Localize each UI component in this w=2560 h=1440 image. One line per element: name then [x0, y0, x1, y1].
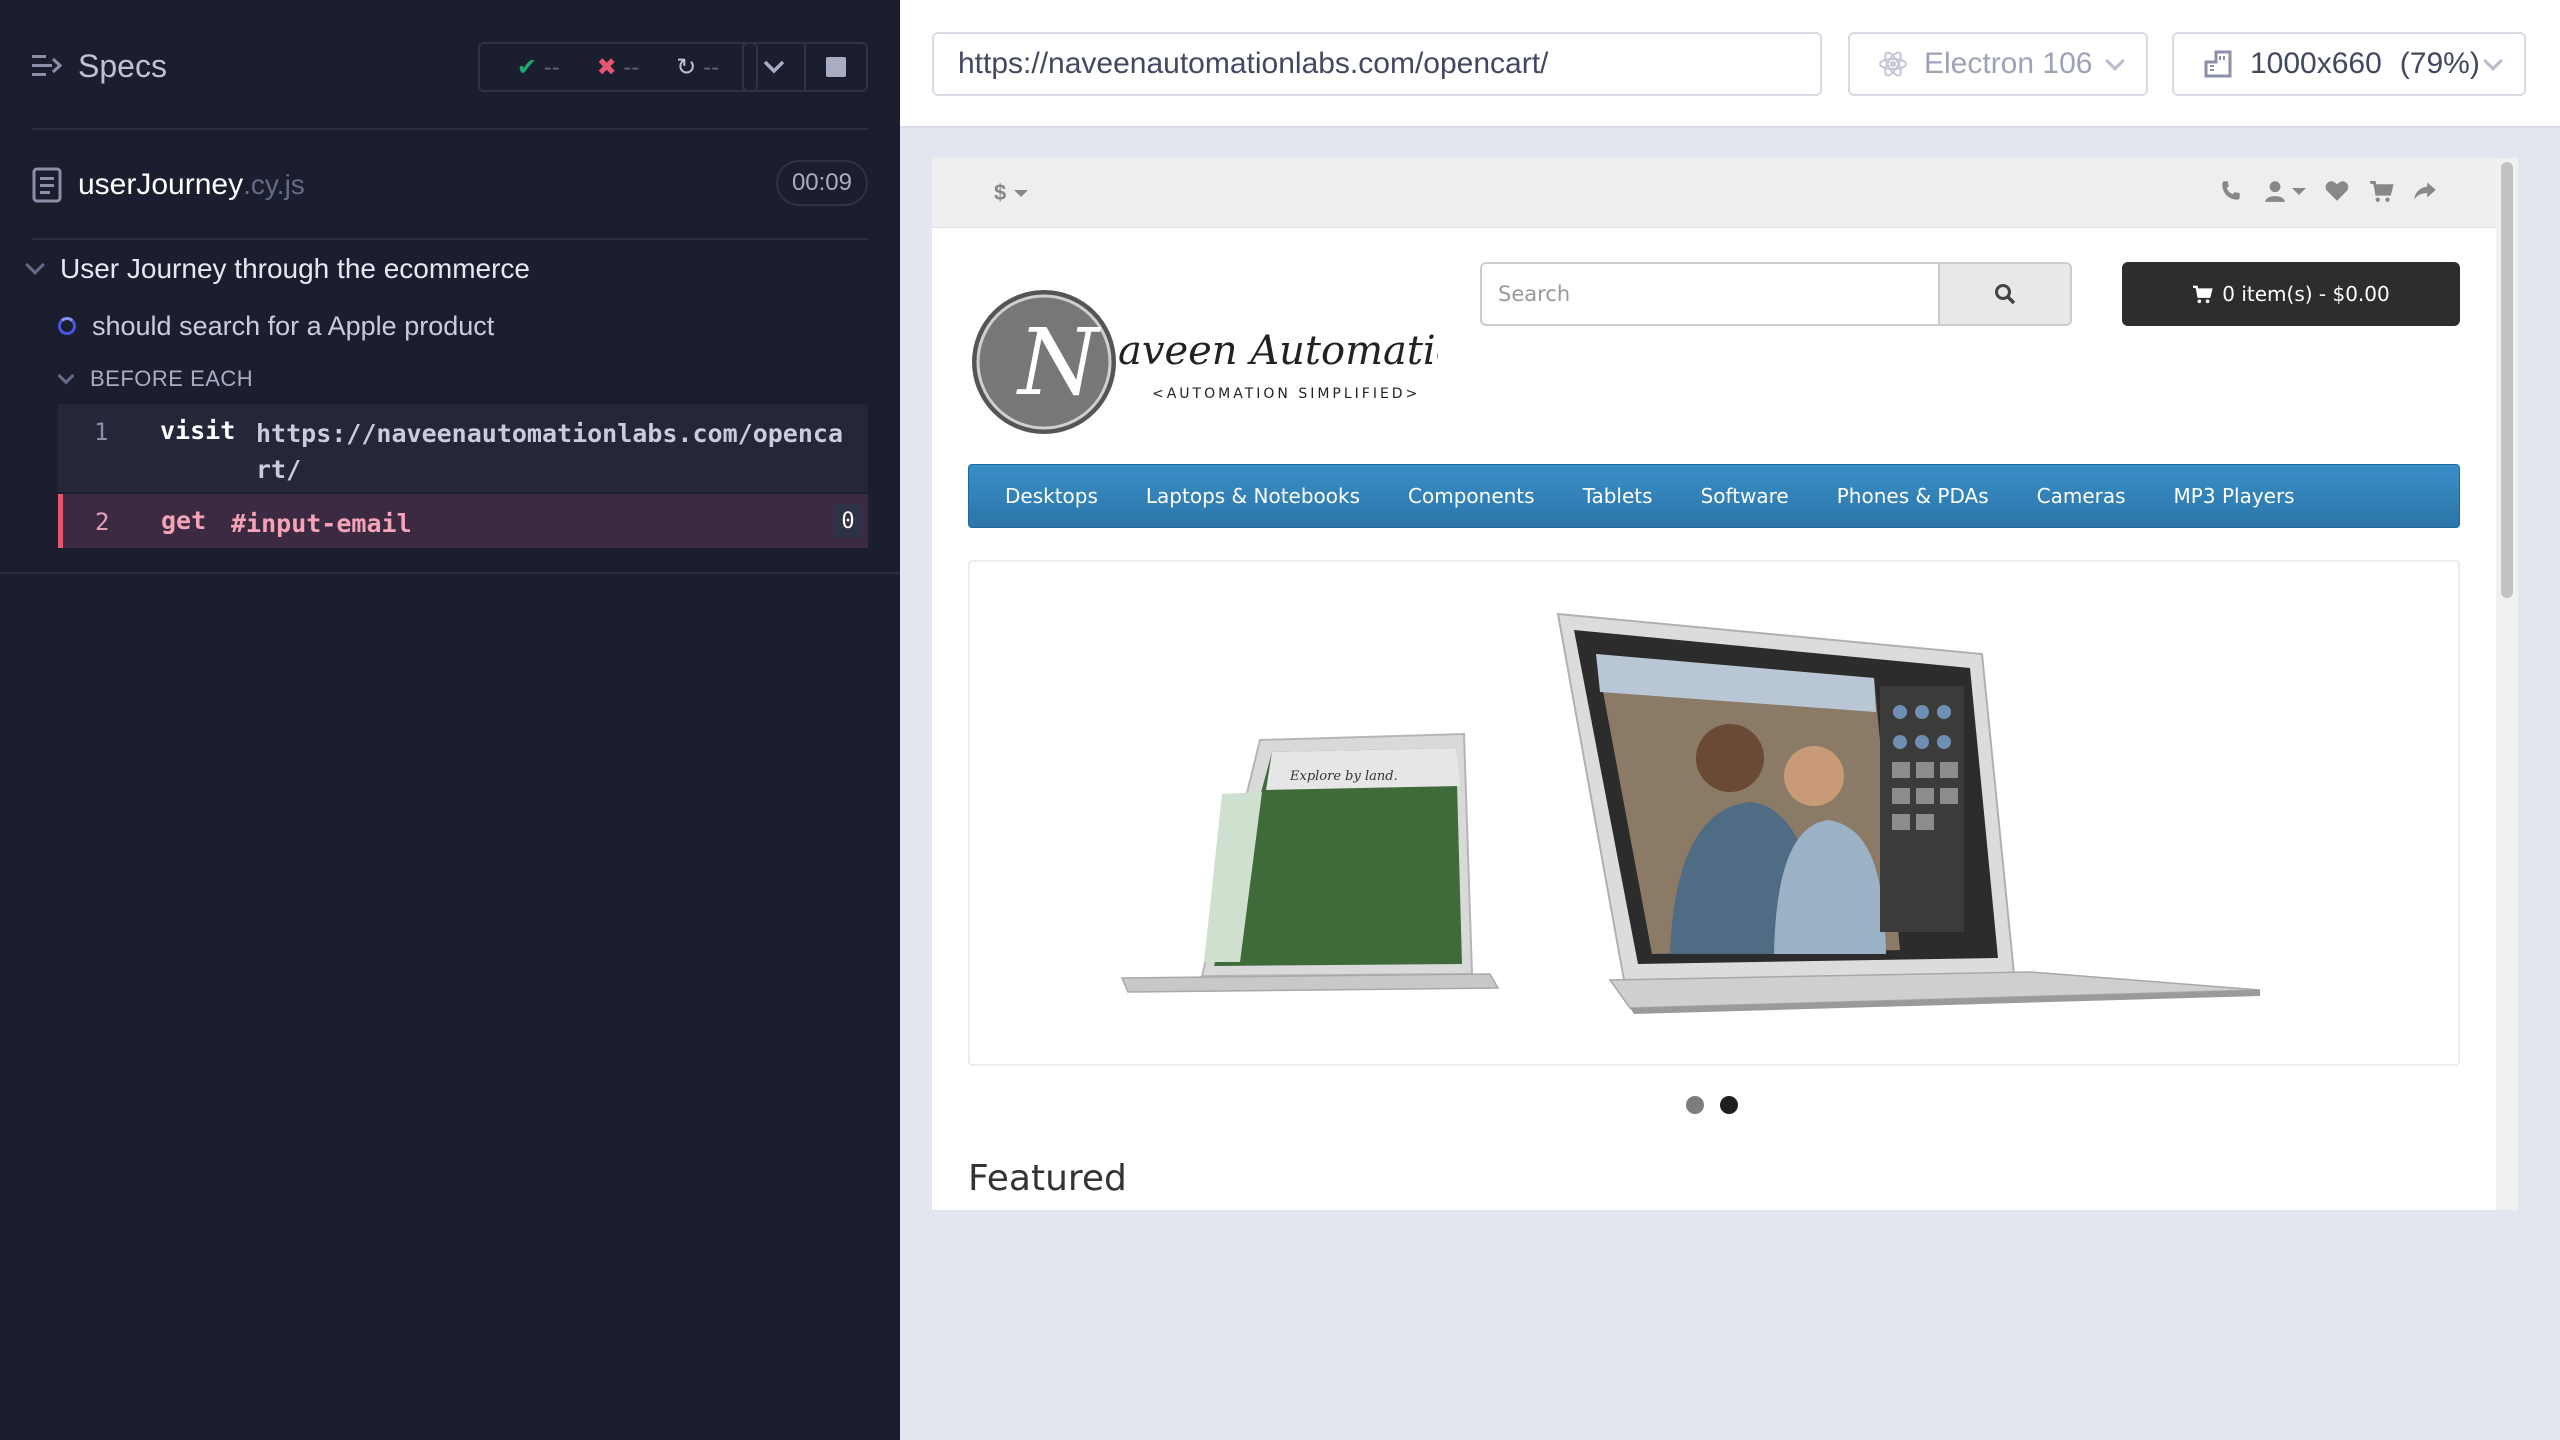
spec-duration: 00:09: [775, 160, 868, 206]
spec-title-row: userJourney.cy.js 00:09: [32, 150, 868, 220]
menu-item-components[interactable]: Components: [1384, 484, 1559, 508]
command-message: https://naveenautomationlabs.com/opencar…: [256, 419, 843, 484]
reporter-panel: Specs ✔ -- ✖ -- ↻ -- userJourney.cy.js 0…: [0, 0, 900, 1440]
divider: [0, 572, 900, 574]
check-icon: ✔: [516, 53, 538, 81]
url-field[interactable]: https://naveenautomationlabs.com/opencar…: [932, 32, 1822, 96]
divider: [32, 238, 868, 240]
specs-label: Specs: [78, 47, 167, 84]
chevron-down-icon: [2105, 51, 2125, 71]
pagination-dot[interactable]: [1686, 1096, 1704, 1114]
divider: [32, 128, 868, 130]
search-input[interactable]: Search: [1480, 262, 1940, 326]
chevron-down-icon: [763, 60, 785, 74]
command-name: visit: [160, 416, 236, 445]
browser-label: Electron 106: [1924, 47, 2093, 80]
collapse-all-button[interactable]: [742, 42, 806, 92]
ruler-icon: [2204, 50, 2232, 78]
heart-icon[interactable]: [2324, 178, 2350, 204]
test-title[interactable]: should search for a Apple product: [58, 306, 494, 346]
cart-button[interactable]: 0 item(s) - $0.00: [2122, 262, 2460, 326]
menu-item-tablets[interactable]: Tablets: [1559, 484, 1677, 508]
account-dropdown[interactable]: [2262, 178, 2306, 204]
phone-icon[interactable]: [2218, 178, 2244, 204]
document-icon: [32, 167, 62, 203]
top-links: [2218, 178, 2438, 204]
banner-slideshow[interactable]: Explore by land.: [968, 560, 2460, 1066]
menu-item-cameras[interactable]: Cameras: [2013, 484, 2150, 508]
logo-title: aveen Automation Labs: [1118, 328, 1438, 374]
test-stats: ✔ -- ✖ -- ↻ --: [478, 42, 758, 92]
specs-toggle-button[interactable]: Specs: [32, 48, 167, 85]
viewport-selector[interactable]: 1000x660 (79%): [2172, 32, 2526, 96]
store-top-bar: $: [932, 158, 2496, 228]
command-name: get: [161, 506, 207, 535]
stop-icon: [826, 57, 846, 77]
electron-icon: [1879, 51, 1907, 77]
logo-tagline: <AUTOMATION SIMPLIFIED>: [1152, 386, 1420, 402]
menu-item-desktops[interactable]: Desktops: [981, 484, 1122, 508]
hook-before-each[interactable]: BEFORE EACH: [57, 362, 253, 396]
app-preview-frame: $ N aveen Automation Labs <AUTOMATION SI…: [932, 158, 2518, 1210]
search-icon: [1995, 284, 2016, 305]
caret-down-icon: [2292, 187, 2306, 195]
menu-item-software[interactable]: Software: [1677, 484, 1813, 508]
chevron-down-icon: [25, 255, 45, 275]
element-count-badge: 0: [834, 504, 862, 538]
specs-list-icon: [32, 55, 62, 76]
suite-title[interactable]: User Journey through the ecommerce: [25, 248, 530, 290]
banner-screen-text: Explore by land.: [1289, 769, 1398, 784]
search-button[interactable]: [1938, 262, 2072, 326]
menu-item-laptops-notebooks[interactable]: Laptops & Notebooks: [1122, 484, 1384, 508]
chevron-down-icon: [57, 367, 75, 385]
failed-stat: ✖ --: [596, 53, 640, 81]
aut-header: https://naveenautomationlabs.com/opencar…: [900, 0, 2560, 128]
reporter-header: Specs ✔ -- ✖ -- ↻ --: [32, 36, 868, 96]
pending-icon: ↻: [676, 53, 697, 81]
store-logo[interactable]: N aveen Automation Labs <AUTOMATION SIMP…: [968, 286, 1438, 438]
command-message: #input-email: [231, 509, 412, 538]
category-menu: Desktops Laptops & Notebooks Components …: [968, 464, 2460, 528]
featured-heading: Featured: [968, 1158, 1127, 1199]
pending-stat: ↻ --: [676, 53, 720, 81]
running-spinner-icon: [58, 317, 76, 335]
slideshow-pagination: [1686, 1096, 1738, 1114]
cart-total: 0 item(s) - $0.00: [2222, 282, 2390, 306]
viewport-scale: (79%): [2399, 47, 2480, 80]
passed-stat: ✔ --: [516, 53, 560, 81]
browser-selector[interactable]: Electron 106: [1848, 32, 2148, 96]
command-row-active[interactable]: 2 get #input-email 0: [58, 494, 868, 548]
stop-button[interactable]: [804, 42, 868, 92]
scrollbar-thumb[interactable]: [2501, 162, 2513, 598]
command-row[interactable]: 1 visit https://naveenautomationlabs.com…: [58, 404, 868, 492]
cross-icon: ✖: [596, 53, 617, 81]
spec-name[interactable]: userJourney.cy.js: [78, 168, 305, 202]
currency-dropdown[interactable]: $: [994, 180, 1029, 206]
chevron-down-icon: [2483, 51, 2503, 71]
logo-letter: N: [1016, 309, 1102, 416]
user-icon: [2265, 181, 2285, 202]
menu-item-phones-pdas[interactable]: Phones & PDAs: [1813, 484, 2013, 508]
pagination-dot-active[interactable]: [1720, 1096, 1738, 1114]
shopping-cart-icon: [2193, 285, 2213, 304]
scrollbar[interactable]: [2496, 158, 2518, 1210]
caret-down-icon: [1014, 189, 1029, 197]
shopping-cart-icon[interactable]: [2368, 178, 2394, 204]
viewport-size: 1000x660: [2250, 47, 2382, 80]
menu-item-mp3-players[interactable]: MP3 Players: [2150, 484, 2319, 508]
share-icon[interactable]: [2412, 178, 2438, 204]
macbook-air-banner-image: Explore by land.: [1120, 612, 2261, 1014]
